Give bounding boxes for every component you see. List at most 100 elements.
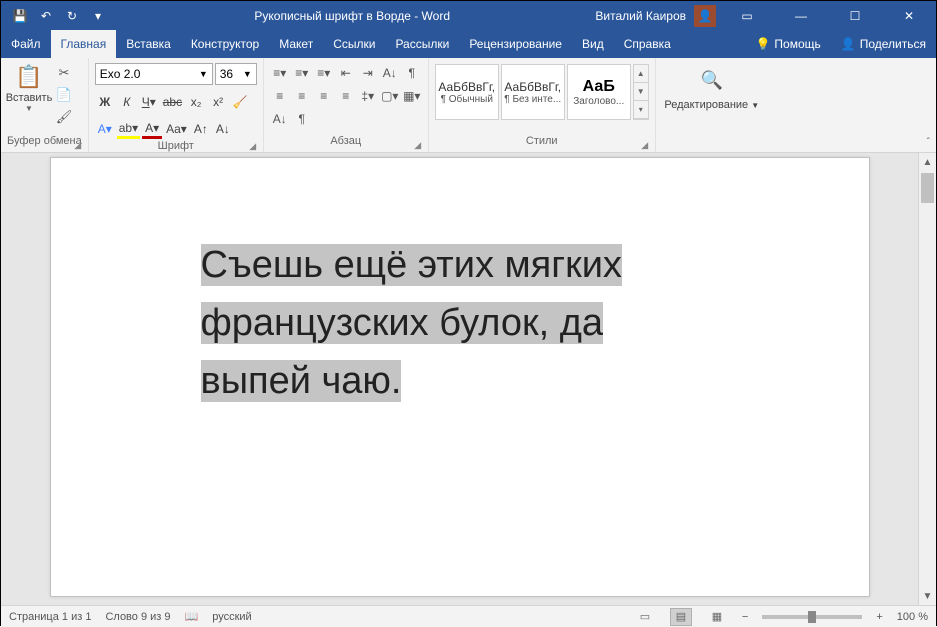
web-layout-icon[interactable]: ▦ <box>706 608 728 626</box>
page-count[interactable]: Страница 1 из 1 <box>9 611 91 623</box>
decrease-indent-button[interactable]: ⇤ <box>336 63 356 83</box>
zoom-in-button[interactable]: + <box>876 611 882 623</box>
style-gallery-scroll[interactable]: ▲ ▼ ▾ <box>633 64 649 120</box>
tab-help[interactable]: Справка <box>614 30 681 58</box>
change-case-button[interactable]: Aa▾ <box>164 119 189 139</box>
paragraph-marks-button[interactable]: ¶ <box>292 109 312 129</box>
borders-button[interactable]: ▦▾ <box>402 86 422 106</box>
ribbon: 📋 Вставить ▼ ✂ 📄 🖌 Буфер обмена◢ Exo 2.0… <box>1 58 936 153</box>
scroll-down-icon[interactable]: ▼ <box>634 83 648 101</box>
user-area: Виталий Каиров 👤 ▭ — ☐ ✕ <box>595 1 936 30</box>
font-name-combo[interactable]: Exo 2.0▼ <box>95 63 213 85</box>
quick-access-toolbar: 💾 ↶ ↻ ▾ <box>1 5 109 27</box>
word-count[interactable]: Слово 9 из 9 <box>105 611 170 623</box>
share-icon: 👤 <box>841 37 856 51</box>
clipboard-icon: 📋 <box>15 64 42 90</box>
dialog-launcher-icon[interactable]: ◢ <box>247 139 259 151</box>
expand-gallery-icon[interactable]: ▾ <box>634 101 648 119</box>
user-name: Виталий Каиров <box>595 9 686 23</box>
superscript-button[interactable]: x² <box>208 92 228 112</box>
selected-text-line2: французских булок, да <box>201 302 604 344</box>
lightbulb-icon: 💡 <box>755 37 770 51</box>
proofing-icon[interactable]: 📖 <box>185 610 199 623</box>
tab-mailings[interactable]: Рассылки <box>385 30 459 58</box>
line-spacing-button[interactable]: ‡▾ <box>358 86 378 106</box>
tab-layout[interactable]: Макет <box>269 30 323 58</box>
zoom-slider[interactable] <box>762 615 862 619</box>
bullets-button[interactable]: ≡▾ <box>270 63 290 83</box>
tab-view[interactable]: Вид <box>572 30 614 58</box>
dialog-launcher-icon[interactable]: ◢ <box>72 138 84 150</box>
find-icon: 🔍 <box>701 70 723 91</box>
sort-az-button[interactable]: A↓ <box>270 109 290 129</box>
tab-design[interactable]: Конструктор <box>181 30 269 58</box>
align-right-button[interactable]: ≡ <box>314 86 334 106</box>
underline-button[interactable]: Ч▾ <box>139 92 159 112</box>
strikethrough-button[interactable]: abc <box>161 92 184 112</box>
group-label-font: Шрифт <box>158 140 194 152</box>
zoom-slider-thumb[interactable] <box>808 611 816 623</box>
style-no-spacing[interactable]: АаБбВвГг, ¶ Без инте... <box>501 64 565 120</box>
align-center-button[interactable]: ≡ <box>292 86 312 106</box>
bold-button[interactable]: Ж <box>95 92 115 112</box>
tab-file[interactable]: Файл <box>1 30 51 58</box>
ribbon-display-options-icon[interactable]: ▭ <box>724 1 770 30</box>
justify-button[interactable]: ≡ <box>336 86 356 106</box>
save-icon[interactable]: 💾 <box>9 5 31 27</box>
multilevel-list-button[interactable]: ≡▾ <box>314 63 334 83</box>
page[interactable]: Съешь ещё этих мягких французских булок,… <box>50 157 870 597</box>
tab-references[interactable]: Ссылки <box>323 30 385 58</box>
collapse-ribbon-icon[interactable]: ˆ <box>927 137 930 148</box>
read-mode-icon[interactable]: ▭ <box>634 608 656 626</box>
zoom-out-button[interactable]: − <box>742 611 748 623</box>
numbering-button[interactable]: ≡▾ <box>292 63 312 83</box>
copy-icon[interactable]: 📄 <box>55 86 73 104</box>
minimize-icon[interactable]: — <box>778 1 824 30</box>
group-paragraph: ≡▾ ≡▾ ≡▾ ⇤ ⇥ A↓ ¶ ≡ ≡ ≡ ≡ ‡▾ ▢▾ ▦▾ A↓ ¶ <box>264 58 429 152</box>
scrollbar-thumb[interactable] <box>921 173 934 203</box>
paste-button[interactable]: 📋 Вставить ▼ <box>7 60 51 113</box>
language-indicator[interactable]: русский <box>212 611 251 623</box>
share-button[interactable]: 👤Поделиться <box>831 30 936 58</box>
close-icon[interactable]: ✕ <box>886 1 932 30</box>
align-left-button[interactable]: ≡ <box>270 86 290 106</box>
qat-customize-icon[interactable]: ▾ <box>87 5 109 27</box>
format-painter-icon[interactable]: 🖌 <box>55 108 73 126</box>
highlight-button[interactable]: ab▾ <box>117 119 140 139</box>
undo-icon[interactable]: ↶ <box>35 5 57 27</box>
shading-button[interactable]: ▢▾ <box>380 86 400 106</box>
show-marks-button[interactable]: ¶ <box>402 63 422 83</box>
print-layout-icon[interactable]: ▤ <box>670 608 692 626</box>
subscript-button[interactable]: x₂ <box>186 92 206 112</box>
zoom-level[interactable]: 100 % <box>897 611 928 623</box>
vertical-scrollbar[interactable]: ▲ ▼ <box>918 153 936 605</box>
shrink-font-button[interactable]: A↓ <box>213 119 233 139</box>
title-bar: 💾 ↶ ↻ ▾ Рукописный шрифт в Ворде - Word … <box>1 1 936 30</box>
sort-button[interactable]: A↓ <box>380 63 400 83</box>
style-heading1[interactable]: АаБ Заголово... <box>567 64 631 120</box>
dialog-launcher-icon[interactable]: ◢ <box>639 138 651 150</box>
editing-button[interactable]: 🔍 Редактирование ▼ <box>662 60 762 111</box>
clear-formatting-icon[interactable]: 🧹 <box>230 92 250 112</box>
style-normal[interactable]: АаБбВвГг, ¶ Обычный <box>435 64 499 120</box>
ribbon-tabs: Файл Главная Вставка Конструктор Макет С… <box>1 30 936 58</box>
dialog-launcher-icon[interactable]: ◢ <box>412 138 424 150</box>
italic-button[interactable]: К <box>117 92 137 112</box>
scroll-up-icon[interactable]: ▲ <box>634 65 648 83</box>
increase-indent-button[interactable]: ⇥ <box>358 63 378 83</box>
font-color-button[interactable]: A▾ <box>142 119 162 139</box>
scroll-up-icon[interactable]: ▲ <box>919 153 936 171</box>
grow-font-button[interactable]: A↑ <box>191 119 211 139</box>
text-effects-button[interactable]: A▾ <box>95 119 115 139</box>
avatar[interactable]: 👤 <box>694 5 716 27</box>
tell-me[interactable]: 💡Помощь <box>745 30 830 58</box>
maximize-icon[interactable]: ☐ <box>832 1 878 30</box>
tab-review[interactable]: Рецензирование <box>459 30 572 58</box>
redo-icon[interactable]: ↻ <box>61 5 83 27</box>
document-text[interactable]: Съешь ещё этих мягких французских булок,… <box>201 236 622 410</box>
tab-insert[interactable]: Вставка <box>116 30 181 58</box>
tab-home[interactable]: Главная <box>51 30 117 58</box>
scroll-down-icon[interactable]: ▼ <box>919 587 936 605</box>
cut-icon[interactable]: ✂ <box>55 64 73 82</box>
font-size-combo[interactable]: 36▼ <box>215 63 257 85</box>
